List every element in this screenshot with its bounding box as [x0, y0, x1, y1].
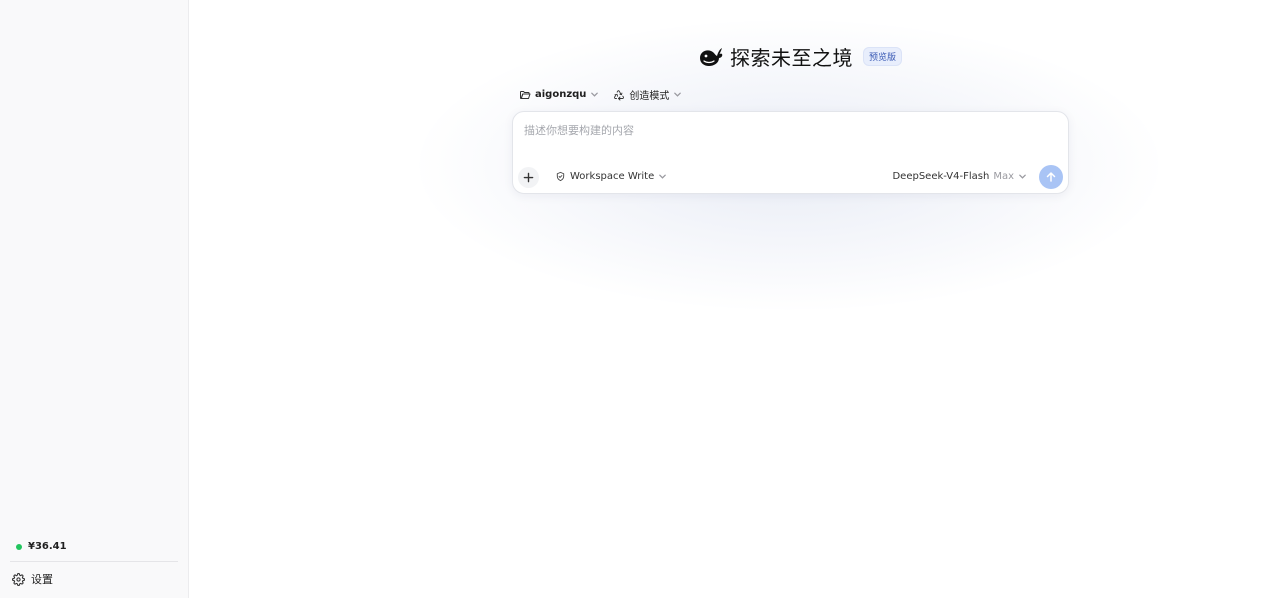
folder-icon: [520, 90, 531, 99]
page-title: 探索未至之境: [730, 46, 853, 70]
page-header: 探索未至之境 预览版: [698, 42, 903, 71]
permission-label: Workspace Write: [570, 171, 655, 182]
preview-badge: 预览版: [863, 47, 903, 66]
sidebar-divider: [10, 561, 178, 562]
permission-selector[interactable]: Workspace Write: [555, 171, 667, 182]
sidebar: ¥36.41 设置: [0, 0, 189, 598]
model-name: DeepSeek-V4-Flash: [892, 171, 990, 182]
status-dot: [16, 543, 22, 550]
recycle-icon: [614, 89, 625, 100]
send-button[interactable]: [1039, 165, 1063, 189]
balance-amount: ¥36.41: [28, 541, 67, 552]
app-window: ¥36.41 设置 探索未至之境 预览版 aigonzqu 创造模式 描述你想要…: [0, 0, 1280, 598]
balance-indicator: ¥36.41: [16, 541, 67, 552]
chevron-down-icon: [1019, 174, 1026, 179]
model-selector[interactable]: DeepSeek-V4-Flash Max: [892, 171, 1027, 182]
mode-selector[interactable]: 创造模式: [613, 87, 682, 102]
settings-button[interactable]: 设置: [12, 571, 53, 587]
composer-toolbar: aigonzqu 创造模式: [519, 87, 682, 102]
chevron-down-icon: [674, 92, 682, 97]
plus-icon: [523, 172, 534, 183]
project-name: aigonzqu: [535, 89, 587, 100]
prompt-input[interactable]: [524, 122, 1054, 158]
gear-icon: [12, 572, 25, 586]
prompt-composer: Workspace Write DeepSeek-V4-Flash Max: [512, 111, 1069, 194]
shield-icon: [556, 171, 565, 182]
arrow-up-icon: [1046, 172, 1056, 182]
main-area: 探索未至之境 预览版 aigonzqu 创造模式 描述你想要构建的内容 Work…: [189, 0, 1280, 598]
settings-label: 设置: [31, 573, 53, 586]
add-attachment-button[interactable]: [518, 167, 539, 188]
chevron-down-icon: [659, 174, 667, 179]
mode-label: 创造模式: [629, 91, 670, 102]
model-tier: Max: [993, 171, 1014, 182]
project-selector[interactable]: aigonzqu: [519, 89, 599, 101]
whale-icon: [698, 46, 724, 68]
chevron-down-icon: [591, 92, 599, 97]
